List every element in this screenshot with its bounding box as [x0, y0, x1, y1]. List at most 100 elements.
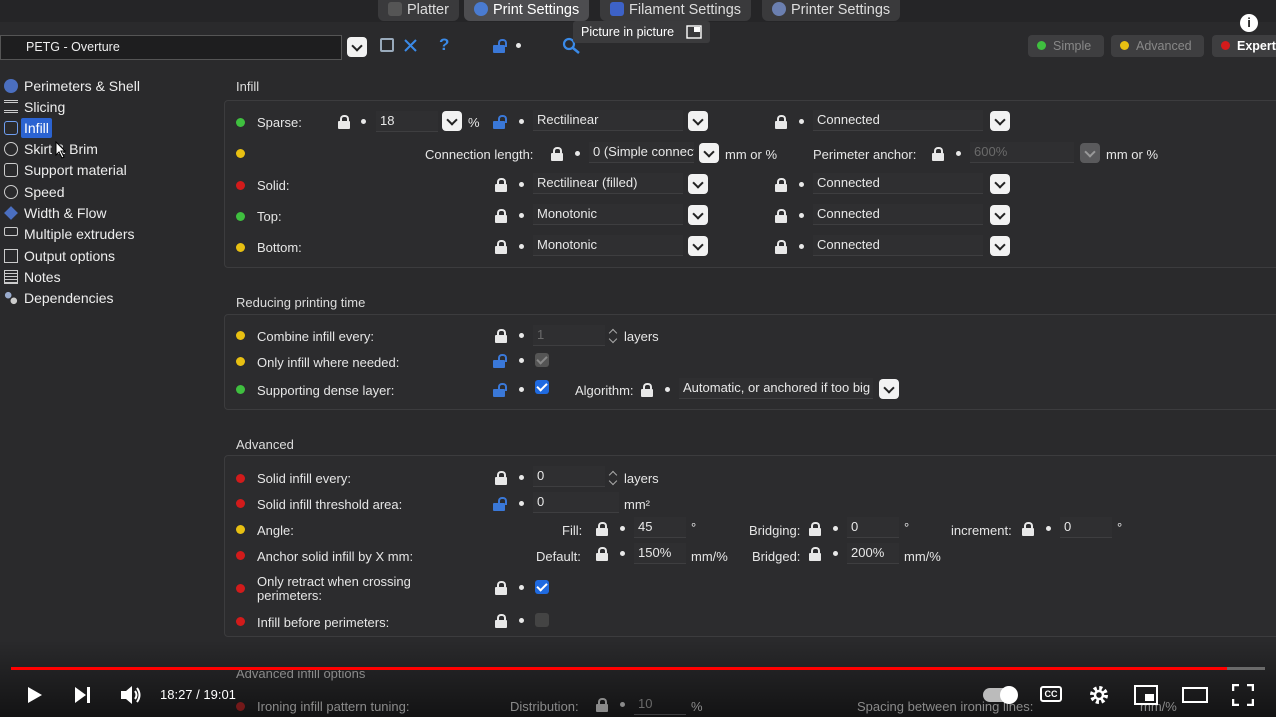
pip-icon	[685, 25, 702, 39]
lock-icon[interactable]	[495, 471, 507, 485]
lock-icon[interactable]	[596, 522, 608, 536]
infill-before-perimeters-checkbox[interactable]	[535, 613, 549, 627]
sparse-density-input[interactable]: 18	[376, 111, 438, 132]
solid-pattern-dropdown[interactable]	[688, 174, 708, 194]
tab-printer-settings[interactable]: Printer Settings	[762, 0, 901, 21]
lock-icon[interactable]	[641, 383, 653, 397]
lock-icon[interactable]	[775, 209, 787, 223]
fill-angle-input[interactable]: 45	[634, 517, 686, 538]
algorithm-select[interactable]: Automatic, or anchored if too big	[679, 378, 873, 399]
next-icon[interactable]	[73, 686, 93, 704]
settings-gear-icon[interactable]	[1088, 684, 1110, 706]
lock-icon[interactable]	[596, 698, 608, 712]
lock-icon[interactable]	[493, 383, 507, 397]
bottom-connection-dropdown[interactable]	[990, 236, 1010, 256]
connection-length-input[interactable]: 0 (Simple connect)	[589, 142, 694, 163]
lock-icon[interactable]	[493, 497, 507, 511]
distribution-input[interactable]: 10	[634, 694, 686, 715]
dot-icon	[519, 618, 524, 623]
lock-icon[interactable]	[495, 581, 507, 595]
lock-icon[interactable]	[932, 147, 944, 161]
lock-icon[interactable]	[775, 240, 787, 254]
only-infill-needed-checkbox[interactable]	[535, 353, 549, 367]
info-icon[interactable]: i	[1240, 14, 1258, 32]
captions-icon[interactable]: CC	[1040, 686, 1062, 702]
top-connection-select[interactable]: Connected	[813, 204, 983, 225]
tab-filament-settings[interactable]: Filament Settings	[600, 0, 752, 21]
bottom-pattern-select[interactable]: Monotonic	[533, 235, 683, 256]
solid-connection-select[interactable]: Connected	[813, 173, 983, 194]
sparse-pattern-dropdown[interactable]	[688, 111, 708, 131]
reducing-section-title: Reducing printing time	[236, 295, 366, 310]
bottom-connection-select[interactable]: Connected	[813, 235, 983, 256]
sparse-connection-select[interactable]: Connected	[813, 110, 983, 131]
lock-icon[interactable]	[493, 354, 507, 368]
save-icon[interactable]	[380, 38, 394, 52]
lock-icon[interactable]	[495, 209, 507, 223]
lock-icon[interactable]	[1022, 522, 1034, 536]
tab-print-settings[interactable]: Print Settings	[464, 0, 590, 21]
miniplayer-icon[interactable]	[1134, 685, 1158, 705]
perimeter-anchor-unit: mm or %	[1106, 147, 1158, 162]
threshold-input[interactable]: 0	[533, 492, 619, 513]
bridging-angle-input[interactable]: 0	[847, 517, 899, 538]
help-icon[interactable]: ?	[439, 35, 449, 55]
sparse-pattern-select[interactable]: Rectilinear	[533, 110, 683, 131]
volume-icon[interactable]	[119, 684, 143, 706]
mode-advanced-button[interactable]: Advanced	[1111, 35, 1204, 57]
solid-infill-every-input[interactable]: 0	[533, 466, 605, 487]
lock-icon[interactable]	[495, 178, 507, 192]
anchor-default-input[interactable]: 150%	[634, 543, 686, 564]
bottom-pattern-dropdown[interactable]	[688, 236, 708, 256]
notes-icon	[4, 270, 18, 284]
mode-expert-button[interactable]: Expert	[1212, 35, 1276, 57]
advanced-section-title: Advanced	[236, 437, 294, 452]
lock-icon[interactable]	[551, 147, 563, 161]
skirt-icon	[4, 142, 18, 156]
mode-simple-button[interactable]: Simple	[1028, 35, 1104, 57]
delete-icon[interactable]	[403, 38, 418, 53]
connection-length-dropdown[interactable]	[699, 143, 719, 163]
dot-icon	[519, 213, 524, 218]
solid-pattern-select[interactable]: Rectilinear (filled)	[533, 173, 683, 194]
filament-icon	[610, 2, 624, 16]
top-pattern-dropdown[interactable]	[688, 205, 708, 225]
video-progress-bar[interactable]	[11, 667, 1265, 670]
fullscreen-icon[interactable]	[1232, 684, 1254, 706]
dot-icon	[519, 585, 524, 590]
lock-icon[interactable]	[495, 329, 507, 343]
preset-combo[interactable]: PETG - Overture	[0, 35, 342, 60]
lock-icon[interactable]	[775, 178, 787, 192]
lock-icon[interactable]	[809, 522, 821, 536]
lock-icon[interactable]	[495, 614, 507, 628]
threshold-label: Solid infill threshold area:	[257, 497, 403, 512]
top-pattern-select[interactable]: Monotonic	[533, 204, 683, 225]
video-time: 18:27 / 19:01	[160, 687, 236, 702]
top-connection-dropdown[interactable]	[990, 205, 1010, 225]
combine-spin-icon[interactable]	[607, 325, 619, 346]
autoplay-toggle[interactable]	[983, 686, 1018, 704]
lock-icon[interactable]	[493, 39, 507, 53]
only-retract-checkbox[interactable]	[535, 580, 549, 594]
sparse-connection-dropdown[interactable]	[990, 111, 1010, 131]
lock-icon[interactable]	[338, 115, 350, 129]
algorithm-dropdown[interactable]	[879, 379, 899, 399]
distribution-unit: %	[691, 699, 703, 714]
solid-connection-dropdown[interactable]	[990, 174, 1010, 194]
preset-dropdown-button[interactable]	[347, 37, 367, 57]
lock-icon[interactable]	[809, 547, 821, 561]
lock-icon[interactable]	[775, 115, 787, 129]
bridging-label: Bridging:	[749, 523, 801, 538]
density-dropdown-button[interactable]	[442, 111, 462, 131]
solid-every-spin-icon[interactable]	[607, 467, 619, 488]
play-icon[interactable]	[24, 685, 44, 705]
increment-input[interactable]: 0	[1060, 517, 1112, 538]
lock-icon[interactable]	[596, 547, 608, 561]
lock-icon[interactable]	[495, 240, 507, 254]
tab-platter[interactable]: Platter	[378, 0, 459, 21]
anchor-bridged-input[interactable]: 200%	[847, 543, 899, 564]
supporting-dense-checkbox[interactable]	[535, 380, 549, 394]
lock-icon[interactable]	[493, 115, 507, 129]
theater-mode-icon[interactable]	[1182, 686, 1208, 704]
combine-infill-input[interactable]: 1	[533, 325, 605, 346]
